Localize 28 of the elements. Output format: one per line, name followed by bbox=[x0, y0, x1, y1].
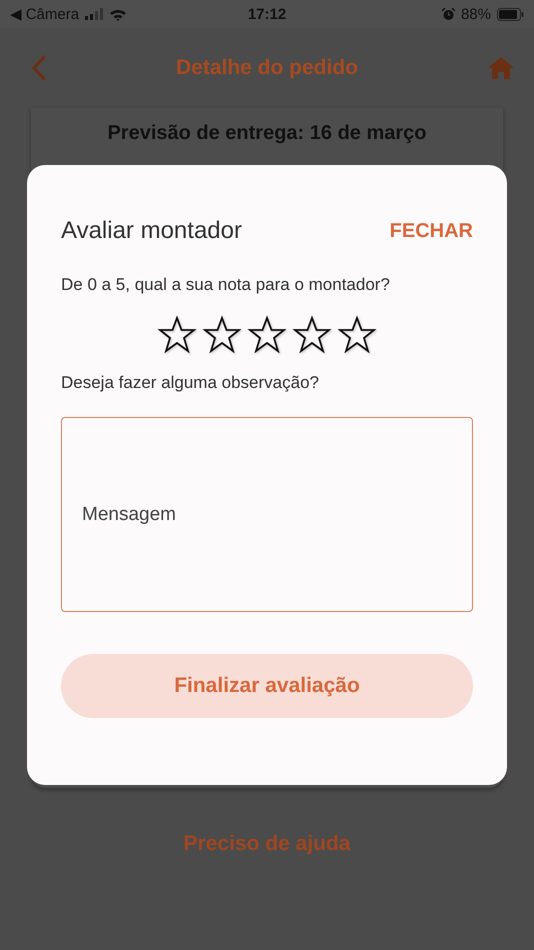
rating-question: De 0 a 5, qual a sua nota para o montador? bbox=[61, 275, 391, 295]
star-button[interactable] bbox=[202, 315, 242, 355]
star-button[interactable] bbox=[292, 315, 332, 355]
star-outline-icon bbox=[337, 315, 377, 355]
back-icon bbox=[32, 55, 46, 81]
submit-button[interactable]: Finalizar avaliação bbox=[61, 654, 473, 718]
close-button[interactable]: FECHAR bbox=[390, 220, 473, 242]
comment-question: Deseja fazer alguma observação? bbox=[61, 373, 320, 393]
help-link[interactable]: Preciso de ajuda bbox=[184, 832, 350, 856]
dialog-title: Avaliar montador bbox=[61, 217, 242, 245]
star-outline-icon bbox=[202, 315, 242, 355]
wifi-icon bbox=[109, 8, 128, 20]
back-to-app-link[interactable]: ◀ Câmera bbox=[10, 5, 80, 23]
battery-percentage: 88% bbox=[460, 6, 491, 22]
star-outline-icon bbox=[157, 315, 197, 355]
message-field[interactable]: Mensagem bbox=[61, 417, 473, 612]
delivery-estimate: Previsão de entrega: 16 de março bbox=[107, 122, 427, 146]
battery-icon bbox=[497, 8, 524, 20]
home-icon bbox=[488, 57, 514, 79]
star-button[interactable] bbox=[157, 315, 197, 355]
star-button[interactable] bbox=[337, 315, 377, 355]
alarm-icon bbox=[442, 8, 455, 20]
clock-time: 17:12 bbox=[248, 6, 286, 22]
signal-icon bbox=[85, 8, 104, 20]
page-title: Detalhe do pedido bbox=[176, 56, 358, 80]
star-outline-icon bbox=[247, 315, 287, 355]
star-button[interactable] bbox=[247, 315, 287, 355]
star-outline-icon bbox=[292, 315, 332, 355]
